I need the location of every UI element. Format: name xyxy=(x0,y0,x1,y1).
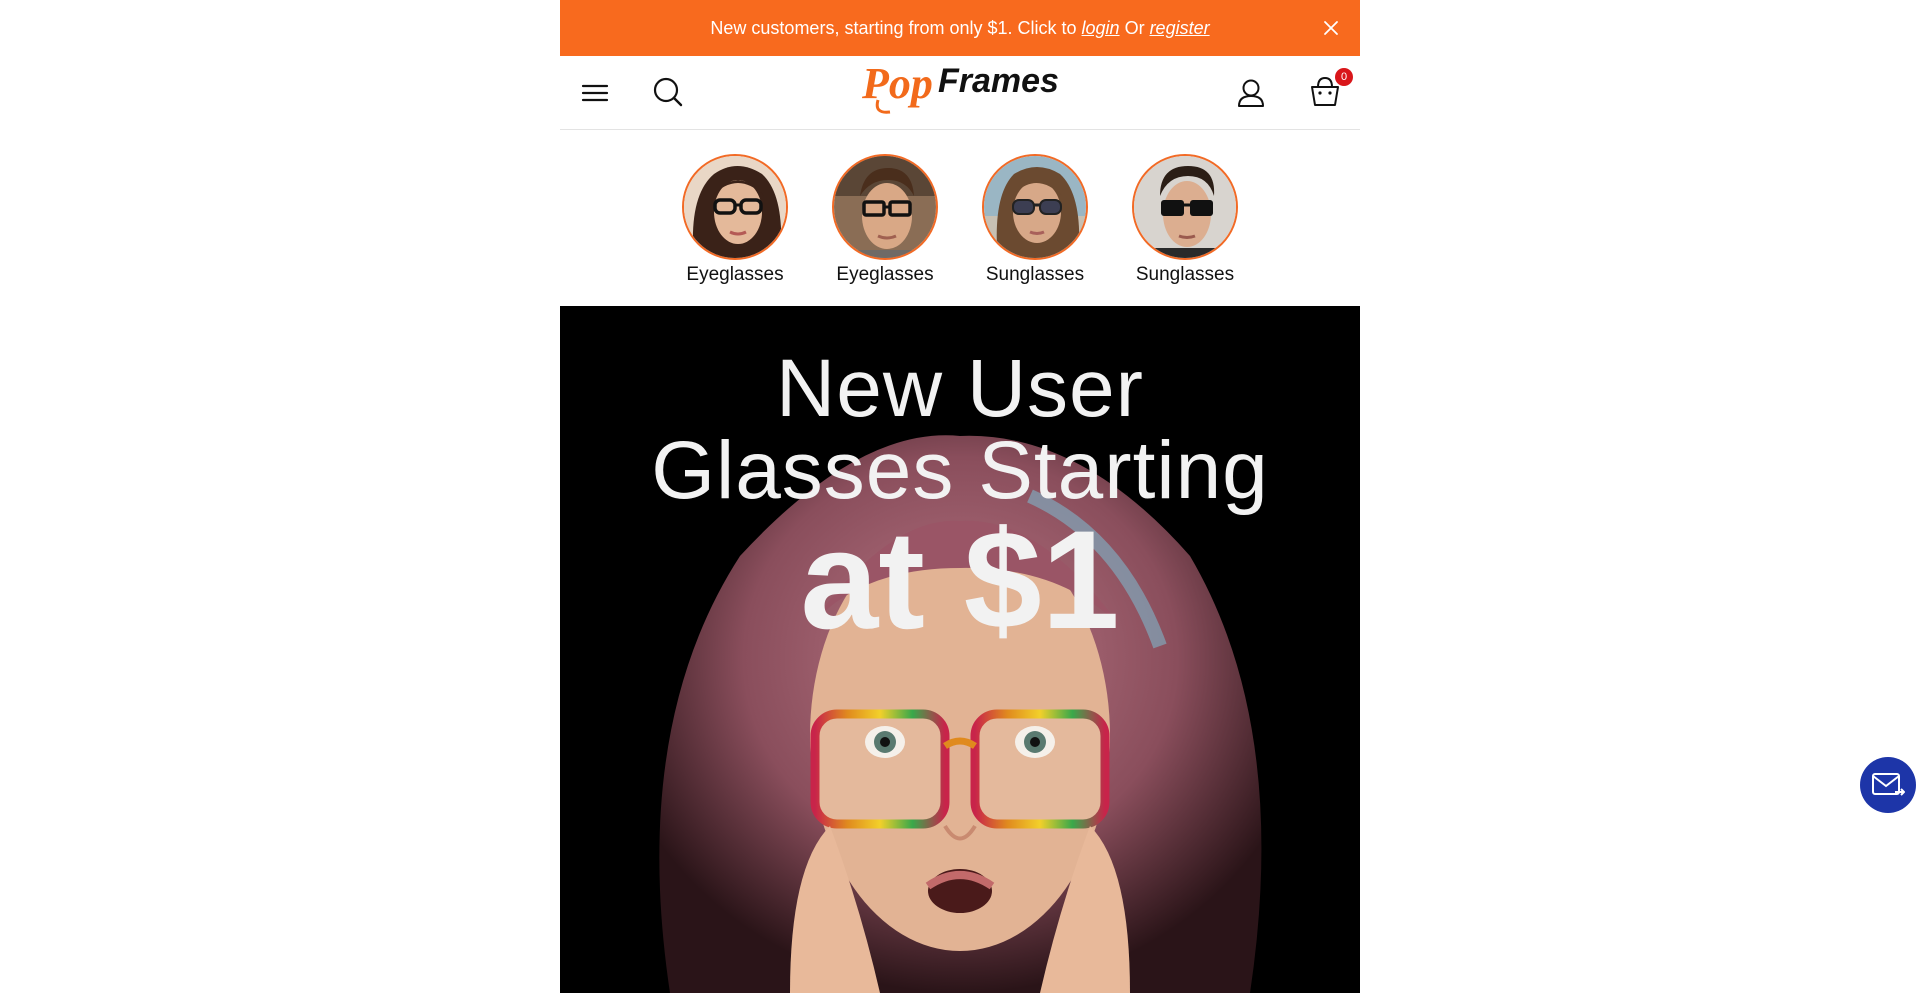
mail-icon xyxy=(1872,773,1905,796)
promo-text: New customers, starting from only $1. Cl… xyxy=(710,17,1077,38)
category-label: Eyeglasses xyxy=(686,264,784,285)
hero-line-1: New User xyxy=(776,343,1144,434)
hero-line-2: Glasses Starting xyxy=(651,425,1269,516)
category-thumbnail xyxy=(1132,154,1238,260)
newsletter-fab-button[interactable] xyxy=(1860,757,1916,813)
woman-eyeglasses-image xyxy=(684,156,786,258)
category-label: Eyeglasses xyxy=(836,264,934,285)
hero-line-3: at $1 xyxy=(800,501,1120,658)
login-link[interactable]: login xyxy=(1082,18,1120,39)
register-link[interactable]: register xyxy=(1150,18,1210,39)
man-sunglasses-image xyxy=(1134,156,1236,258)
mobile-shell: New customers, starting from only $1. Cl… xyxy=(560,0,1360,993)
category-sunglasses-women[interactable]: Sunglasses xyxy=(975,154,1095,286)
category-eyeglasses-women[interactable]: Eyeglasses xyxy=(675,154,795,286)
category-thumbnail xyxy=(832,154,938,260)
menu-icon[interactable] xyxy=(580,80,610,106)
page: New customers, starting from only $1. Cl… xyxy=(0,0,1920,993)
cart-count-badge: 0 xyxy=(1335,68,1353,86)
logo-pop-text: Pop xyxy=(861,62,933,108)
category-strip: Eyeglasses Eyeglasses Sunglasses Sunglas… xyxy=(560,130,1360,306)
woman-sunglasses-image xyxy=(984,156,1086,258)
category-sunglasses-men[interactable]: Sunglasses xyxy=(1125,154,1245,286)
search-icon[interactable] xyxy=(652,76,684,108)
category-label: Sunglasses xyxy=(1135,264,1235,285)
hero-banner[interactable]: New User Glasses Starting at $1 xyxy=(560,306,1360,993)
category-label: Sunglasses xyxy=(985,264,1085,285)
account-icon[interactable] xyxy=(1236,77,1266,109)
category-eyeglasses-men[interactable]: Eyeglasses xyxy=(825,154,945,286)
hero-headline: New User Glasses Starting at $1 xyxy=(560,348,1360,650)
promo-banner: New customers, starting from only $1. Cl… xyxy=(560,0,1360,56)
category-thumbnail xyxy=(982,154,1088,260)
popframes-logo[interactable]: Pop Frames xyxy=(860,62,1070,120)
promo-or-text: Or xyxy=(1124,17,1145,38)
logo-frames-text: Frames xyxy=(938,62,1059,100)
close-icon[interactable] xyxy=(1320,17,1342,39)
site-header: Pop Frames 0 xyxy=(560,56,1360,130)
category-thumbnail xyxy=(682,154,788,260)
man-eyeglasses-image xyxy=(834,156,936,258)
